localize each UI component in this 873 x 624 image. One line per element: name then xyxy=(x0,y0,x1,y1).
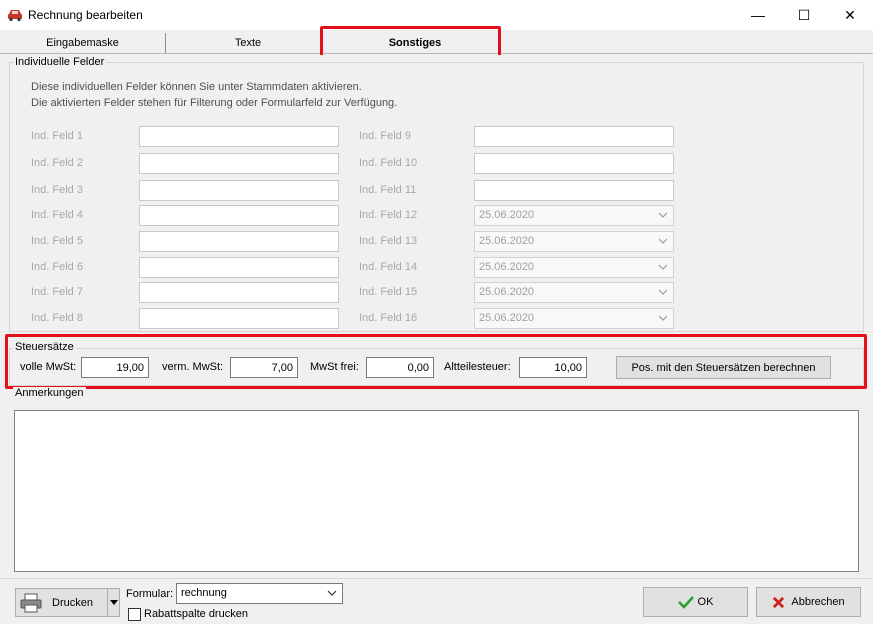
form-select[interactable]: rechnung xyxy=(176,583,343,604)
ind-field-14-date[interactable]: 25.06.2020 xyxy=(474,257,674,278)
ind-field-9-label: Ind. Feld 9 xyxy=(359,130,411,142)
chevron-down-icon[interactable] xyxy=(658,260,668,274)
ind-field-6-label: Ind. Feld 6 xyxy=(31,261,83,273)
ind-field-16-value: 25.06.2020 xyxy=(479,312,535,324)
ind-field-11-label: Ind. Feld 11 xyxy=(359,184,417,196)
checkmark-icon xyxy=(677,596,694,609)
x-icon xyxy=(773,596,785,608)
printer-icon xyxy=(20,593,42,612)
window-title: Rechnung bearbeiten xyxy=(28,8,143,22)
ind-field-16-label: Ind. Feld 16 xyxy=(359,312,418,324)
cancel-button-label: Abbrechen xyxy=(791,596,845,608)
cancel-button[interactable]: Abbrechen xyxy=(756,587,861,617)
chevron-down-icon[interactable] xyxy=(658,208,668,222)
ind-field-6-input[interactable] xyxy=(139,257,339,278)
chevron-down-icon[interactable] xyxy=(658,285,668,299)
chevron-down-icon[interactable] xyxy=(658,311,668,325)
ind-field-2-input[interactable] xyxy=(139,153,339,174)
tab-sonstiges[interactable]: Sonstiges xyxy=(330,33,500,53)
tab-eingabemaske[interactable]: Eingabemaske xyxy=(0,33,166,53)
info-line-2: Die aktivierten Felder stehen für Filter… xyxy=(31,97,398,109)
ind-field-12-value: 25.06.2020 xyxy=(479,209,535,221)
individual-fields-title: Individuelle Felder xyxy=(13,56,107,68)
altteil-tax-input[interactable] xyxy=(519,357,587,378)
maximize-button[interactable]: ☐ xyxy=(781,0,827,30)
ind-field-13-date[interactable]: 25.06.2020 xyxy=(474,231,674,252)
calc-tax-button[interactable]: Pos. mit den Steuersätzen berechnen xyxy=(616,356,831,379)
ind-field-7-input[interactable] xyxy=(139,282,339,303)
chevron-down-icon xyxy=(109,599,118,605)
title-bar: Rechnung bearbeiten — ☐ ✕ xyxy=(0,0,873,30)
ind-field-8-input[interactable] xyxy=(139,308,339,329)
ind-field-14-label: Ind. Feld 14 xyxy=(359,261,418,273)
tab-texte[interactable]: Texte xyxy=(167,33,329,53)
ind-field-13-label: Ind. Feld 13 xyxy=(359,235,418,247)
car-icon xyxy=(8,10,22,22)
form-label: Formular: xyxy=(126,588,174,600)
ok-button-label: OK xyxy=(697,596,714,608)
ind-field-5-label: Ind. Feld 5 xyxy=(31,235,83,247)
print-dropdown-button[interactable] xyxy=(107,588,120,617)
ind-field-8-label: Ind. Feld 8 xyxy=(31,312,83,324)
tab-bar: Eingabemaske Texte Sonstiges xyxy=(0,30,873,54)
ind-field-3-input[interactable] xyxy=(139,180,339,201)
ind-field-10-label: Ind. Feld 10 xyxy=(359,157,418,169)
ok-button[interactable]: OK xyxy=(643,587,748,617)
print-button-label: Drucken xyxy=(52,596,93,609)
ind-field-1-label: Ind. Feld 1 xyxy=(31,130,83,142)
vat-free-label: MwSt frei: xyxy=(310,361,359,373)
ind-field-5-input[interactable] xyxy=(139,231,339,252)
tax-rates-title: Steuersätze xyxy=(13,341,76,353)
ind-field-4-input[interactable] xyxy=(139,205,339,226)
ind-field-16-date[interactable]: 25.06.2020 xyxy=(474,308,674,329)
chevron-down-icon[interactable] xyxy=(658,234,668,248)
reduced-vat-input[interactable] xyxy=(230,357,298,378)
ind-field-3-label: Ind. Feld 3 xyxy=(31,184,83,196)
altteil-tax-label: Altteilesteuer: xyxy=(444,361,511,373)
chevron-down-icon xyxy=(327,590,337,596)
print-button[interactable]: Drucken xyxy=(15,588,108,617)
close-button[interactable]: ✕ xyxy=(827,0,873,30)
ind-field-15-date[interactable]: 25.06.2020 xyxy=(474,282,674,303)
minimize-button[interactable]: — xyxy=(735,0,781,30)
ind-field-11-input[interactable] xyxy=(474,180,674,201)
discount-column-checkbox[interactable] xyxy=(128,608,141,621)
vat-free-input[interactable] xyxy=(366,357,434,378)
ind-field-13-value: 25.06.2020 xyxy=(479,235,535,247)
info-line-1: Diese individuellen Felder können Sie un… xyxy=(31,81,362,93)
remarks-title: Anmerkungen xyxy=(13,387,86,399)
ind-field-9-input[interactable] xyxy=(474,126,674,147)
full-vat-input[interactable] xyxy=(81,357,149,378)
ind-field-15-label: Ind. Feld 15 xyxy=(359,286,418,298)
full-vat-label: volle MwSt: xyxy=(20,361,77,373)
ind-field-12-date[interactable]: 25.06.2020 xyxy=(474,205,674,226)
ind-field-2-label: Ind. Feld 2 xyxy=(31,157,83,169)
ind-field-14-value: 25.06.2020 xyxy=(479,261,535,273)
form-select-value: rechnung xyxy=(181,587,227,599)
reduced-vat-label: verm. MwSt: xyxy=(162,361,224,373)
ind-field-12-label: Ind. Feld 12 xyxy=(359,209,418,221)
ind-field-1-input[interactable] xyxy=(139,126,339,147)
ind-field-7-label: Ind. Feld 7 xyxy=(31,286,83,298)
ind-field-15-value: 25.06.2020 xyxy=(479,286,535,298)
remarks-textarea[interactable] xyxy=(14,410,859,572)
ind-field-4-label: Ind. Feld 4 xyxy=(31,209,83,221)
discount-column-label: Rabattspalte drucken xyxy=(144,608,248,620)
ind-field-10-input[interactable] xyxy=(474,153,674,174)
